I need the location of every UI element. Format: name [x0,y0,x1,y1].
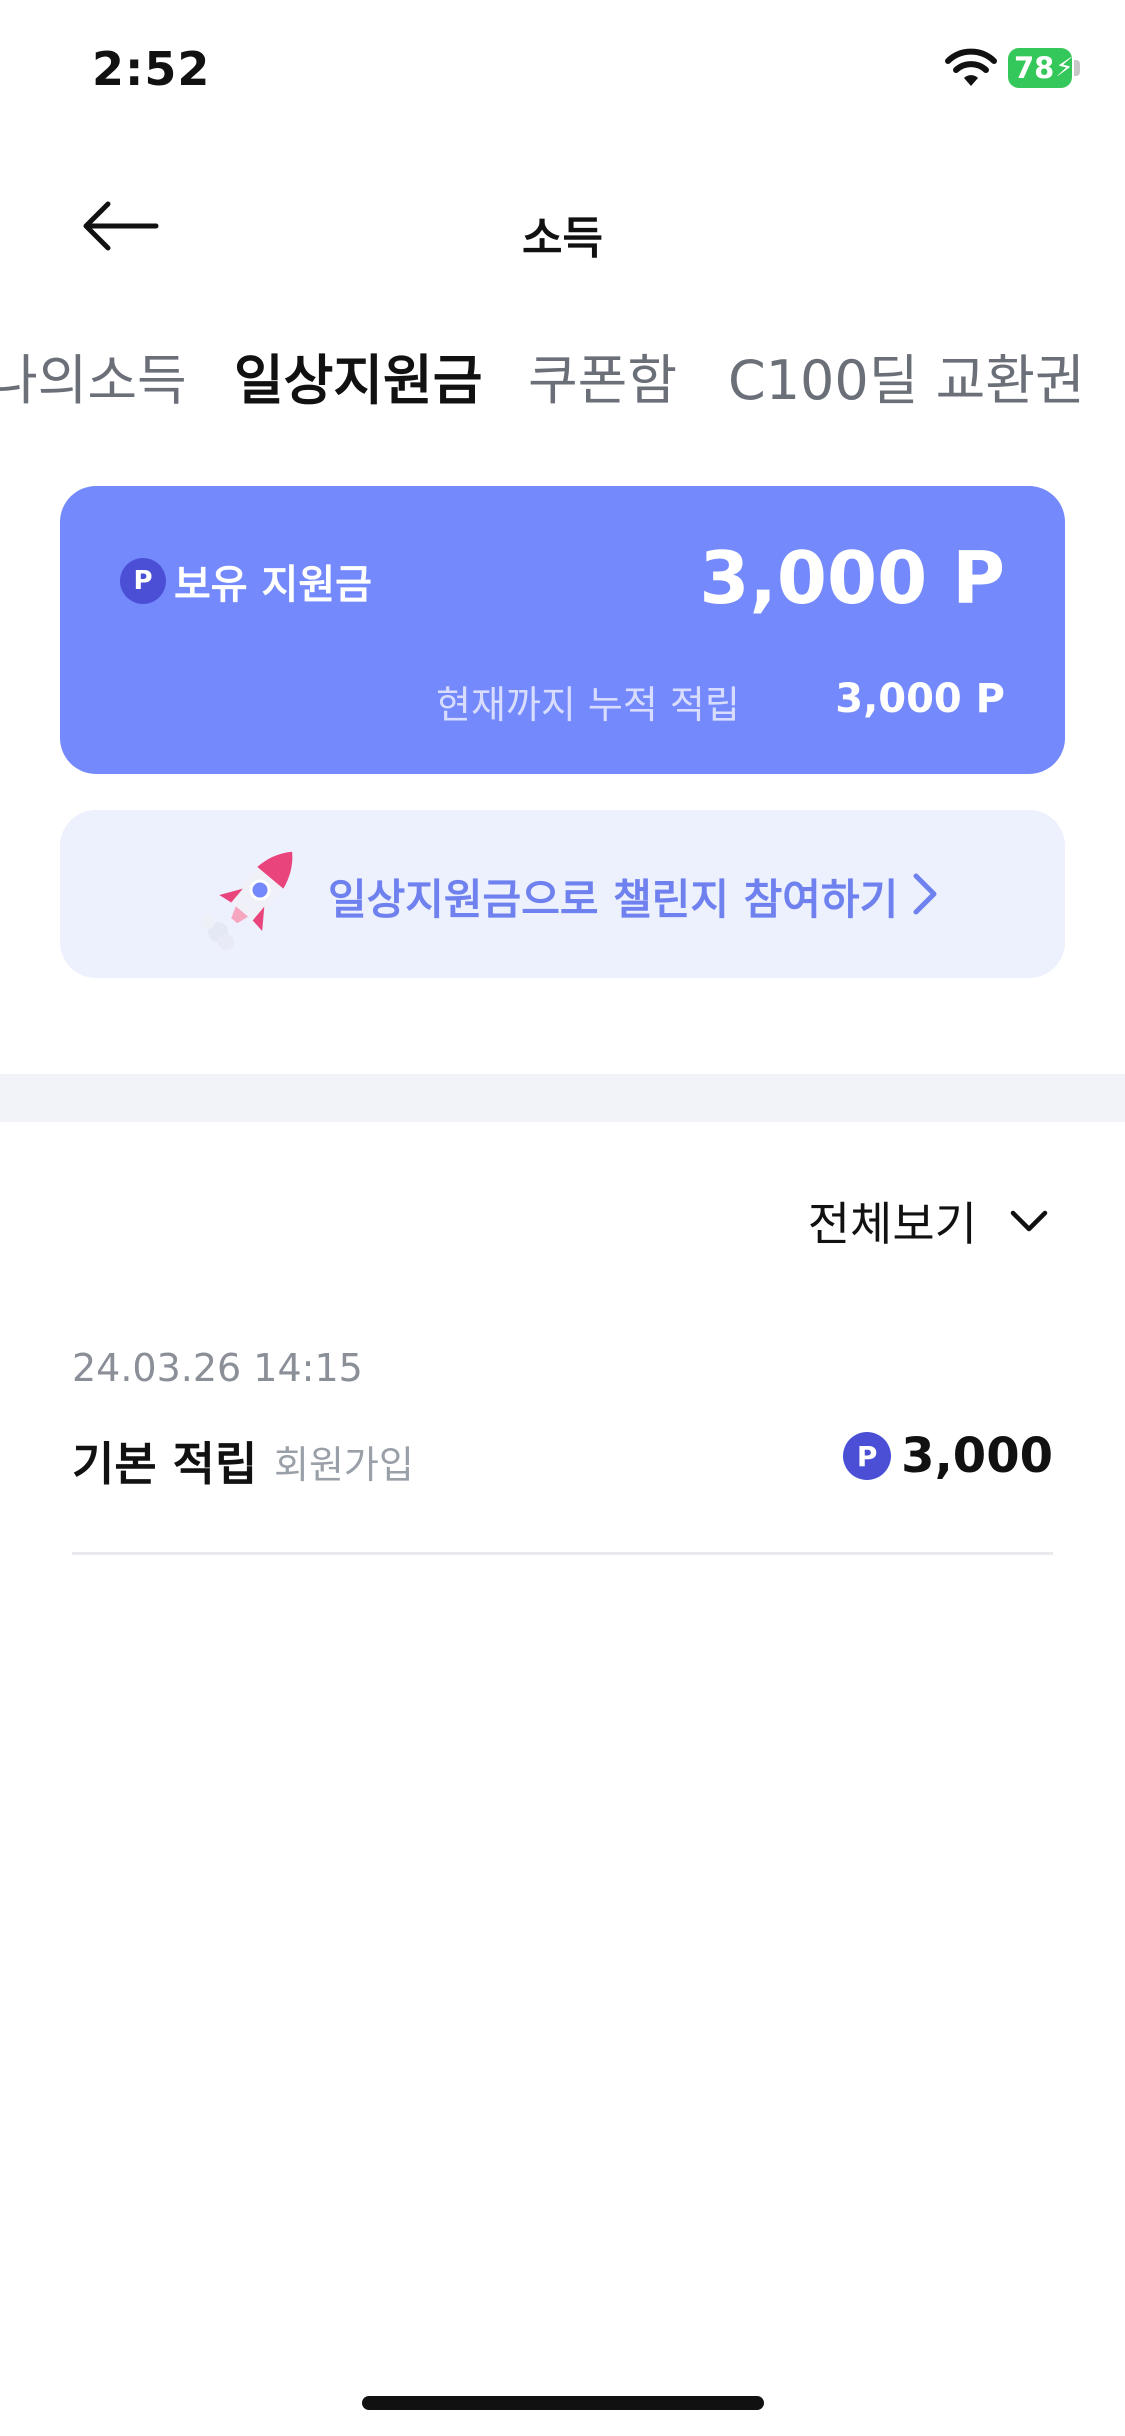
tab-bar: 나의소득 일상지원금 쿠폰함 C100딜 교환권 [0,336,1125,416]
wifi-icon [945,48,997,86]
tab-my-income[interactable]: 나의소득 [0,336,187,415]
filter-dropdown[interactable]: 전체보기 [808,1188,1051,1254]
balance-label-group: P 보유 지원금 [120,552,372,610]
history-subtitle: 회원가입 [274,1443,414,1487]
cumulative-label: 현재까지 누적 적립 [436,683,740,727]
status-time: 2:52 [92,42,211,96]
page-title: 소득 [522,213,603,264]
history-amount: 3,000 [901,1428,1053,1484]
history-amount-group: P 3,000 [843,1428,1053,1484]
balance-card: P 보유 지원금 3,000 P 현재까지 누적 적립 3,000 P [60,486,1065,774]
history-date: 24.03.26 14:15 [72,1346,363,1390]
status-bar: 2:52 78 ⚡ [0,0,1125,140]
challenge-banner[interactable]: 일상지원금으로 챌린지 참여하기 [60,810,1065,978]
point-icon: P [843,1432,892,1480]
cumulative-value: 3,000 P [835,676,1005,722]
section-divider [0,1074,1125,1122]
tab-daily-support[interactable]: 일상지원금 [234,336,482,415]
battery-cap [1074,60,1080,76]
point-icon: P [120,558,166,604]
battery-icon: 78 ⚡ [1008,48,1074,88]
history-title: 기본 적립 [72,1437,258,1491]
tab-c100-deal-voucher[interactable]: C100딜 교환권 [728,336,1085,415]
battery-level: 78 [1014,51,1055,85]
charging-bolt-icon: ⚡ [1055,53,1074,83]
home-indicator[interactable] [362,2396,764,2410]
tab-coupons[interactable]: 쿠폰함 [528,336,677,415]
balance-amount: 3,000 P [699,536,1005,620]
balance-label: 보유 지원금 [174,562,372,608]
filter-label: 전체보기 [807,1197,977,1251]
row-divider [72,1552,1053,1555]
chevron-down-icon [1010,1210,1048,1232]
chevron-right-icon [913,873,937,915]
rocket-icon [201,851,293,950]
challenge-banner-text: 일상지원금으로 챌린지 참여하기 [328,875,899,924]
history-list-item[interactable]: 24.03.26 14:15 기본 적립 회원가입 P 3,000 [72,1346,1053,1556]
